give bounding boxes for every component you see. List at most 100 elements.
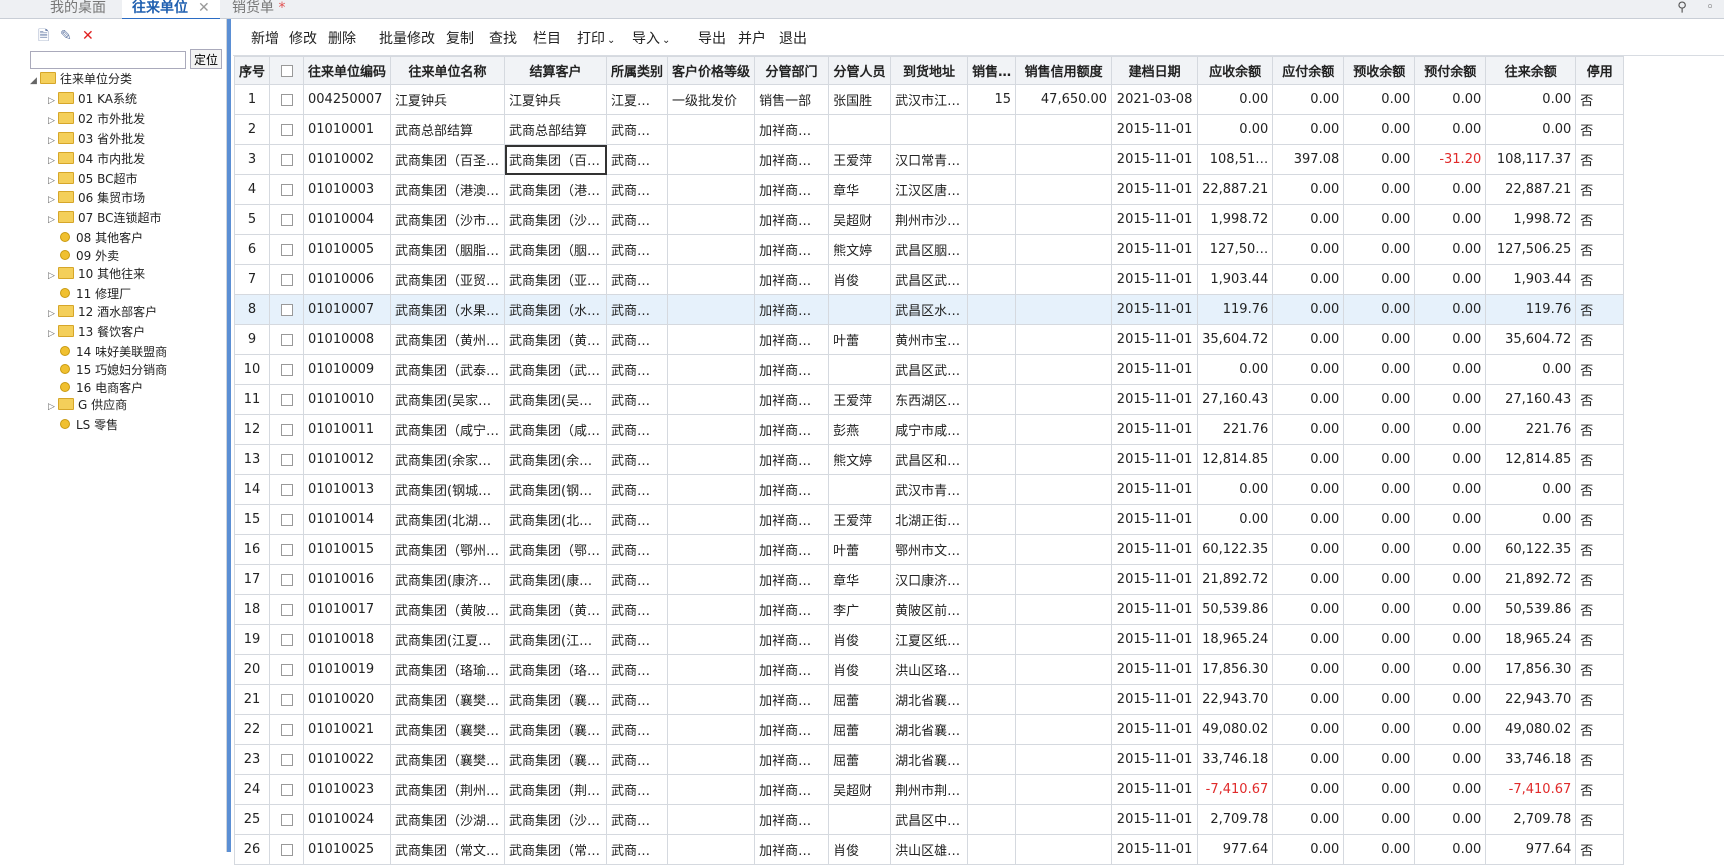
table-cell[interactable]: 0.00 <box>1414 564 1487 595</box>
tree-node[interactable]: ▷ 02 市外批发 <box>30 111 167 131</box>
table-cell[interactable]: 33,746.18 <box>1485 744 1577 775</box>
table-cell[interactable] <box>667 444 756 475</box>
table-cell[interactable]: 加祥商… <box>754 384 830 415</box>
table-cell[interactable] <box>269 654 305 685</box>
table-cell[interactable]: 武商… <box>606 384 669 415</box>
table-cell[interactable]: 0.00 <box>1343 774 1416 805</box>
table-cell[interactable]: 0.00 <box>1272 84 1345 115</box>
expand-arrow-icon[interactable]: ▷ <box>48 153 58 171</box>
table-cell[interactable] <box>1015 564 1113 595</box>
table-cell[interactable]: 否 <box>1575 84 1625 115</box>
table-cell[interactable]: 0.00 <box>1197 504 1274 535</box>
table-cell[interactable]: 加祥商… <box>754 444 830 475</box>
table-cell[interactable]: 1,903.44 <box>1197 264 1274 295</box>
table-cell[interactable]: 2015-11-01 <box>1111 174 1199 205</box>
table-cell[interactable]: 01010019 <box>303 654 392 685</box>
table-cell[interactable]: 0.00 <box>1197 84 1274 115</box>
table-cell[interactable]: 0.00 <box>1343 384 1416 415</box>
table-cell[interactable]: 加祥商… <box>754 144 830 175</box>
table-cell[interactable] <box>1015 324 1113 355</box>
table-cell[interactable]: 01010018 <box>303 624 392 655</box>
table-cell[interactable]: 0.00 <box>1343 684 1416 715</box>
table-cell[interactable] <box>269 144 305 175</box>
table-cell[interactable]: 0.00 <box>1343 174 1416 205</box>
table-cell[interactable]: 0.00 <box>1343 594 1416 625</box>
table-cell[interactable]: 2015-11-01 <box>1111 114 1199 145</box>
table-cell[interactable]: 0.00 <box>1485 504 1577 535</box>
table-cell[interactable] <box>967 444 1017 475</box>
column-header[interactable]: 客户价格等级 <box>667 56 756 85</box>
table-cell[interactable]: 武商… <box>606 414 669 445</box>
tree-search-input[interactable] <box>30 50 186 69</box>
tree-node[interactable]: ▷ 04 市内批发 <box>30 151 167 171</box>
table-cell[interactable]: 销售一部 <box>754 84 830 115</box>
row-checkbox[interactable] <box>280 693 293 706</box>
row-checkbox[interactable] <box>280 843 293 856</box>
table-cell[interactable]: 加祥商… <box>754 324 830 355</box>
table-cell[interactable] <box>667 744 756 775</box>
table-row[interactable]: 12 01010011 武商集团（咸宁… 武商集团（咸… 武商… 加祥商… 彭燕 咸宁市咸… 2… <box>233 414 1625 445</box>
tree-node[interactable]: ▷ G 供应商 <box>30 397 167 417</box>
table-cell[interactable]: 2015-11-01 <box>1111 834 1199 865</box>
table-cell[interactable]: 武汉市江… <box>890 84 969 115</box>
row-checkbox[interactable] <box>280 93 293 106</box>
table-cell[interactable] <box>269 804 305 835</box>
table-cell[interactable]: 17,856.30 <box>1485 654 1577 685</box>
table-cell[interactable]: 否 <box>1575 624 1625 655</box>
table-row[interactable]: 3 01010002 武商集团（百圣… 武商集团（百… 武商… 加祥商… 王爱萍 汉口常青… 2… <box>233 144 1625 175</box>
table-cell[interactable]: 01010021 <box>303 714 392 745</box>
table-cell[interactable]: 武商集团(钢… <box>504 474 608 505</box>
table-cell[interactable]: 0.00 <box>1343 84 1416 115</box>
table-cell[interactable]: 叶蕾 <box>828 534 892 565</box>
table-cell[interactable]: 武商集团（常… <box>504 834 608 865</box>
tree-node[interactable]: 14 味好美联盟商 <box>30 344 167 362</box>
expand-arrow-icon[interactable]: ▷ <box>48 133 58 151</box>
table-cell[interactable]: 0.00 <box>1272 504 1345 535</box>
table-cell[interactable]: 0.00 <box>1272 774 1345 805</box>
table-cell[interactable]: 0.00 <box>1414 234 1487 265</box>
table-cell[interactable]: 0.00 <box>1414 294 1487 325</box>
table-cell[interactable]: 武商集团（常文… <box>390 834 506 865</box>
table-cell[interactable]: 洪山区雄… <box>890 834 969 865</box>
table-cell[interactable]: 武商集团(余家… <box>390 444 506 475</box>
table-cell[interactable]: 0.00 <box>1414 324 1487 355</box>
column-header[interactable]: 所属类别 <box>606 56 669 85</box>
toolbar-button[interactable]: 打印 ⌄ <box>577 28 615 48</box>
table-cell[interactable]: 武商集团（珞瑜… <box>390 654 506 685</box>
table-cell[interactable]: 否 <box>1575 744 1625 775</box>
row-checkbox[interactable] <box>280 273 293 286</box>
expand-arrow-icon[interactable]: ▷ <box>48 326 58 344</box>
table-cell[interactable] <box>1015 804 1113 835</box>
table-cell[interactable]: 01010016 <box>303 564 392 595</box>
table-cell[interactable]: 武商… <box>606 324 669 355</box>
row-checkbox[interactable] <box>280 483 293 496</box>
table-cell[interactable]: 397.08 <box>1272 144 1345 175</box>
table-cell[interactable]: 0.00 <box>1485 84 1577 115</box>
table-cell[interactable]: 1,903.44 <box>1485 264 1577 295</box>
table-cell[interactable]: 武商集团（亚贸… <box>390 264 506 295</box>
table-cell[interactable]: 60,122.35 <box>1197 534 1274 565</box>
table-cell[interactable]: 0.00 <box>1414 534 1487 565</box>
table-cell[interactable]: 张国胜 <box>828 84 892 115</box>
table-cell[interactable] <box>667 414 756 445</box>
table-cell[interactable]: 武商集团（港… <box>504 174 608 205</box>
table-cell[interactable]: 2015-11-01 <box>1111 294 1199 325</box>
table-cell[interactable] <box>828 474 892 505</box>
table-cell[interactable] <box>1015 294 1113 325</box>
table-cell[interactable] <box>269 264 305 295</box>
table-cell[interactable]: 0.00 <box>1414 414 1487 445</box>
row-checkbox[interactable] <box>280 633 293 646</box>
table-row[interactable]: 24 01010023 武商集团（荆州… 武商集团（荆… 武商… 加祥商… 吴超财 荆州市荆…… <box>233 774 1625 805</box>
table-cell[interactable]: 否 <box>1575 594 1625 625</box>
toolbar-button[interactable]: 导出 <box>698 28 726 48</box>
tree-node[interactable]: 11 修理厂 <box>30 286 167 304</box>
table-cell[interactable]: 否 <box>1575 564 1625 595</box>
table-row[interactable]: 14 01010013 武商集团(钢城… 武商集团(钢… 武商… 加祥商… 武汉市青… 201… <box>233 474 1625 505</box>
table-cell[interactable] <box>1015 114 1113 145</box>
table-cell[interactable]: 2,709.78 <box>1485 804 1577 835</box>
column-header[interactable]: 分管部门 <box>754 56 830 85</box>
table-cell[interactable]: 0.00 <box>1414 84 1487 115</box>
table-cell[interactable] <box>1015 684 1113 715</box>
table-cell[interactable]: 武商集团(江… <box>504 624 608 655</box>
table-cell[interactable] <box>967 534 1017 565</box>
